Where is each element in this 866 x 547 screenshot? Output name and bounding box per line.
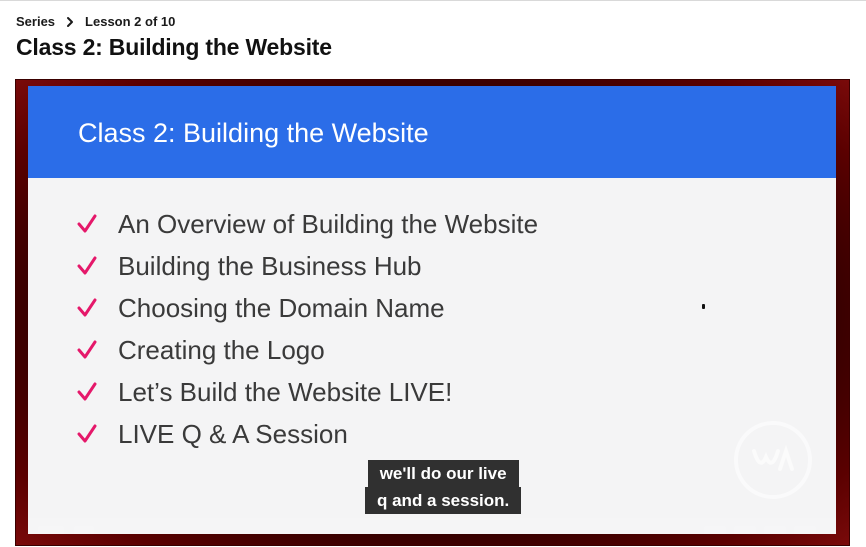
watermark-glyph: [752, 445, 794, 471]
slide-title: Class 2: Building the Website: [78, 118, 429, 148]
breadcrumb-series-link[interactable]: Series: [16, 14, 55, 29]
volume-button[interactable]: [74, 526, 94, 534]
mouse-cursor: [702, 304, 705, 309]
list-item: Let’s Build the Website LIVE!: [76, 371, 538, 413]
list-item-label: LIVE Q & A Session: [118, 418, 348, 449]
list-item-label: Building the Business Hub: [118, 250, 422, 281]
chevron-right-icon: [67, 16, 74, 27]
page-title: Class 2: Building the Website: [16, 34, 332, 60]
checkmark-icon: [77, 424, 97, 443]
list-item: An Overview of Building the Website: [76, 203, 538, 245]
list-item: Building the Business Hub: [76, 245, 538, 287]
video-player[interactable]: Class 2: Building the Website An Overvie…: [15, 79, 850, 546]
list-item: LIVE Q & A Session: [76, 413, 538, 455]
checkmark-icon: [77, 214, 97, 233]
checkmark-icon: [77, 340, 97, 359]
top-divider: [0, 0, 866, 1]
caption-line: q and a session.: [365, 487, 522, 514]
list-item: Creating the Logo: [76, 329, 538, 371]
checkmark-icon: [77, 256, 97, 275]
checkmark-icon: [77, 298, 97, 317]
slide-header: Class 2: Building the Website: [28, 86, 836, 178]
list-item-label: Let’s Build the Website LIVE!: [118, 376, 453, 407]
list-item-label: Choosing the Domain Name: [118, 292, 445, 323]
breadcrumb-lesson: Lesson 2 of 10: [85, 14, 176, 29]
fullscreen-button[interactable]: [794, 526, 816, 534]
video-control-bar[interactable]: [28, 518, 836, 534]
list-item: Choosing the Domain Name: [76, 287, 538, 329]
video-captions: we'll do our live q and a session.: [365, 460, 522, 514]
pip-button[interactable]: [764, 526, 786, 534]
slide-agenda-list: An Overview of Building the Website Buil…: [76, 203, 538, 455]
play-button[interactable]: [38, 526, 64, 534]
logo-watermark: [734, 421, 812, 499]
list-item-label: An Overview of Building the Website: [118, 208, 539, 239]
caption-line: we'll do our live: [367, 460, 519, 487]
video-slide: Class 2: Building the Website An Overvie…: [28, 86, 836, 534]
checkmark-icon: [77, 382, 97, 401]
captions-button[interactable]: [704, 526, 726, 534]
settings-button[interactable]: [734, 526, 756, 534]
breadcrumb: Series Lesson 2 of 10: [16, 14, 175, 29]
list-item-label: Creating the Logo: [118, 334, 325, 365]
